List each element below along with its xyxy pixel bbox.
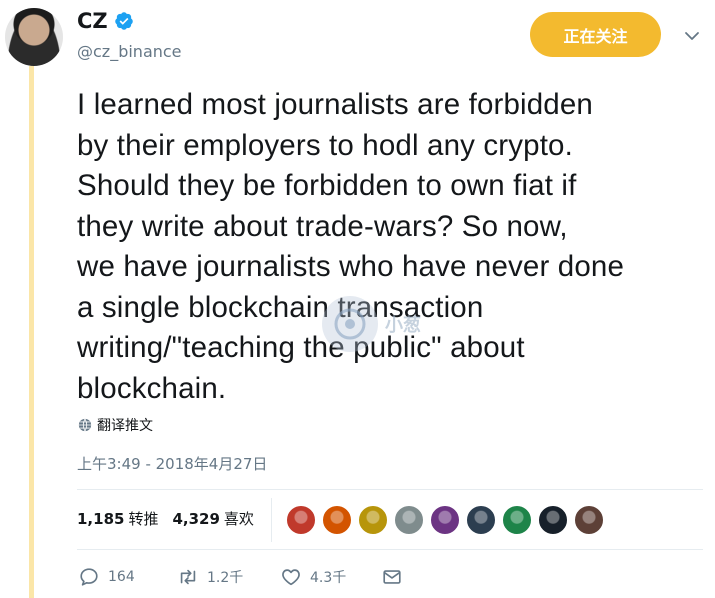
liker-avatar[interactable] xyxy=(430,505,460,535)
watermark-logo xyxy=(322,296,378,352)
likes-count: 4,329 xyxy=(172,510,220,528)
direct-message-button[interactable] xyxy=(381,566,403,588)
liker-avatar[interactable] xyxy=(538,505,568,535)
retweet-icon xyxy=(180,569,196,585)
thread-line xyxy=(29,66,34,598)
divider-bottom xyxy=(77,549,703,550)
like-count: 4.3千 xyxy=(310,570,347,586)
retweet-button[interactable]: 1.2千 xyxy=(177,566,280,588)
likes-label: 喜欢 xyxy=(223,510,254,528)
stats-divider xyxy=(271,498,272,542)
liker-avatar[interactable] xyxy=(502,505,532,535)
globe-icon xyxy=(78,418,92,432)
retweets-label: 转推 xyxy=(128,510,159,528)
like-button[interactable]: 4.3千 xyxy=(280,566,381,588)
retweets-count: 1,185 xyxy=(77,510,125,528)
reply-icon xyxy=(80,568,98,586)
liker-avatar[interactable] xyxy=(466,505,496,535)
author-handle[interactable]: @cz_binance xyxy=(77,42,182,61)
tweet-actions: 164 1.2千 4.3千 xyxy=(78,566,403,588)
envelope-icon xyxy=(383,570,401,584)
liker-avatar[interactable] xyxy=(286,505,316,535)
translate-label: 翻译推文 xyxy=(97,418,153,434)
reply-button[interactable]: 164 xyxy=(78,566,177,588)
author-name-row: CZ xyxy=(77,9,134,33)
tweet-stats: 1,185 转推 4,329 喜欢 xyxy=(77,508,254,529)
divider-top xyxy=(77,489,703,490)
chevron-down-icon[interactable] xyxy=(684,28,700,44)
tweet-text: I learned most journalists are forbidden… xyxy=(77,88,625,405)
liker-avatar[interactable] xyxy=(574,505,604,535)
liker-avatar[interactable] xyxy=(394,505,424,535)
liker-avatar[interactable] xyxy=(358,505,388,535)
verified-badge-icon xyxy=(114,12,133,30)
likes-stat[interactable]: 4,329 喜欢 xyxy=(172,508,253,529)
following-button[interactable]: 正在关注 xyxy=(530,12,661,57)
heart-icon xyxy=(282,569,300,586)
reply-count: 164 xyxy=(108,569,135,585)
liker-avatars xyxy=(286,505,604,535)
watermark-icon xyxy=(334,308,366,340)
tweet-timestamp[interactable]: 上午3:49 - 2018年4月27日 xyxy=(77,453,267,474)
watermark-text: 小葱 xyxy=(385,315,421,336)
translate-tweet-link[interactable]: 翻译推文 xyxy=(78,415,153,435)
author-name[interactable]: CZ xyxy=(77,9,108,33)
liker-avatar[interactable] xyxy=(322,505,352,535)
retweet-count: 1.2千 xyxy=(207,570,244,586)
retweets-stat[interactable]: 1,185 转推 xyxy=(77,508,158,529)
author-avatar[interactable] xyxy=(5,8,63,66)
